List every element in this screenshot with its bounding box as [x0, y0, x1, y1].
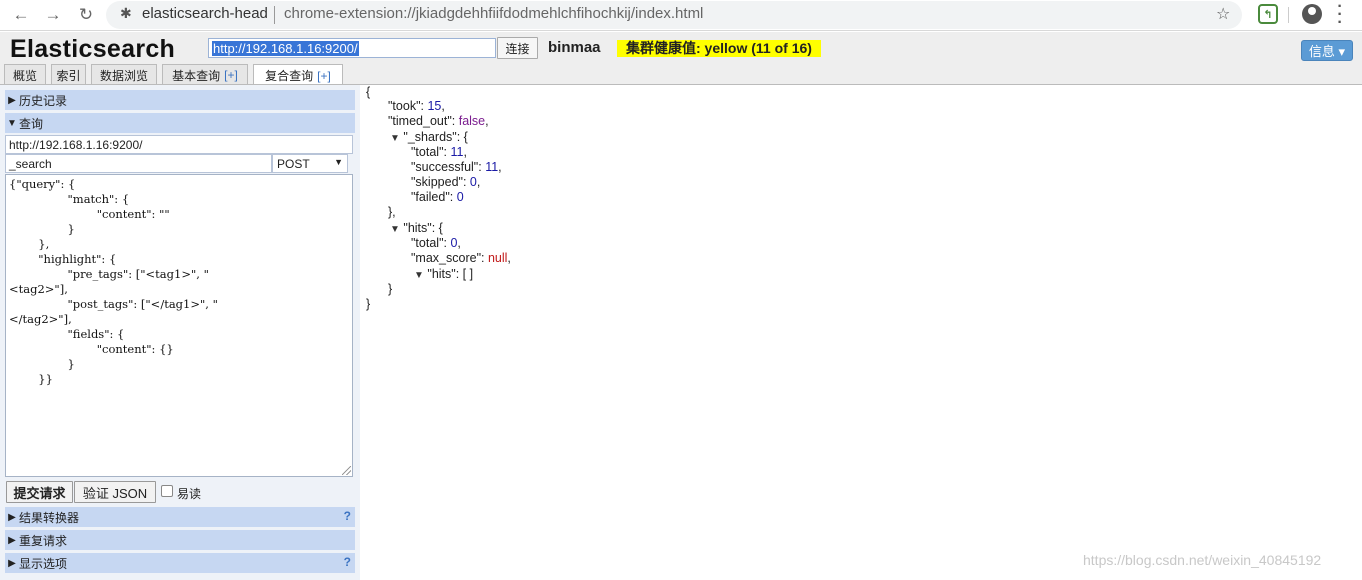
page-origin-label: elasticsearch-head — [142, 5, 268, 22]
collapse-triangle-icon[interactable]: ▼ — [390, 133, 400, 144]
query-section-header[interactable]: ▼ 查询 — [5, 113, 355, 133]
toolbar-divider — [1288, 7, 1289, 23]
resize-handle-icon[interactable] — [342, 466, 351, 475]
query-url-input[interactable]: http://192.168.1.16:9200/ — [5, 135, 353, 154]
repeat-request-section-header[interactable]: ▶ 重复请求 — [5, 530, 355, 550]
tab-browser[interactable]: 数据浏览 — [91, 64, 157, 85]
section-label: 结果转换器 — [19, 510, 80, 525]
json-key: "skipped": — [411, 175, 470, 189]
pretty-checkbox[interactable] — [161, 485, 173, 497]
json-key: "failed": — [411, 190, 457, 204]
triangle-down-icon: ▼ — [7, 117, 17, 129]
json-key: "took": — [388, 99, 428, 113]
bookmark-star-icon[interactable]: ☆ — [1216, 4, 1230, 24]
json-boolean: false — [458, 114, 486, 128]
section-label: 显示选项 — [19, 556, 68, 571]
json-number: 0 — [456, 190, 464, 204]
tab-indices[interactable]: 索引 — [51, 64, 86, 85]
forward-icon[interactable]: → — [40, 2, 66, 28]
submit-request-button[interactable]: 提交请求 — [6, 481, 73, 503]
json-key: "max_score": — [411, 251, 488, 265]
pretty-checkbox-label: 易读 — [177, 487, 202, 501]
tab-add-link[interactable]: [+] — [224, 68, 238, 82]
app-logo: Elasticsearch — [10, 35, 176, 63]
cluster-url-value: http://192.168.1.16:9200/ — [212, 41, 359, 56]
info-dropdown-button[interactable]: 信息 ▾ — [1301, 40, 1353, 61]
tab-label: 概览 — [12, 68, 37, 83]
address-url[interactable]: chrome-extension://jkiadgdehhfiifdodmehl… — [284, 5, 703, 22]
section-label: 重复请求 — [19, 533, 68, 548]
json-line-hits-total: "total": 0, — [411, 236, 461, 250]
json-number: 11 — [485, 160, 499, 174]
back-icon[interactable]: ← — [8, 2, 34, 28]
query-path-input[interactable]: _search — [5, 154, 272, 173]
http-method-value: POST — [277, 157, 310, 171]
triangle-right-icon: ▶ — [8, 534, 16, 546]
tab-compound-query[interactable]: 复合查询 [+] — [253, 64, 343, 86]
tab-label: 索引 — [56, 68, 81, 83]
json-number: 11 — [450, 145, 464, 159]
collapse-triangle-icon[interactable]: ▼ — [390, 224, 400, 235]
json-key: "total": — [411, 236, 451, 250]
json-line-timed-out: "timed_out": false, — [388, 114, 489, 128]
collapse-triangle-icon[interactable]: ▼ — [414, 270, 424, 281]
section-label: 历史记录 — [19, 93, 68, 108]
json-key: "timed_out": — [388, 114, 459, 128]
profile-avatar-icon[interactable] — [1302, 4, 1322, 24]
history-section-header[interactable]: ▶ 历史记录 — [5, 90, 355, 110]
json-number: 0 — [450, 236, 458, 250]
json-close-hits: } — [388, 282, 393, 296]
dropdown-arrow-icon: ▼ — [334, 157, 343, 167]
cluster-url-input[interactable]: http://192.168.1.16:9200/ — [208, 38, 496, 58]
cluster-name: binmaa — [548, 39, 601, 56]
reload-icon[interactable]: ↻ — [73, 2, 99, 28]
cluster-health-badge: 集群健康值: yellow (11 of 16) — [617, 40, 821, 57]
json-line-hits[interactable]: ▼ "hits": { — [390, 221, 443, 237]
json-key: "total": — [411, 145, 451, 159]
json-line-hits-array[interactable]: ▼ "hits": [ ] — [414, 267, 473, 283]
json-line-total: "total": 11, — [411, 145, 467, 159]
json-line-failed: "failed": 0 — [411, 190, 464, 205]
query-body-textarea[interactable]: {"query": { "match": { "content": "" } }… — [5, 174, 353, 477]
triangle-right-icon: ▶ — [8, 557, 16, 569]
json-number: 0 — [469, 175, 477, 189]
validate-json-button[interactable]: 验证 JSON — [74, 481, 156, 503]
connect-button[interactable]: 连接 — [497, 37, 538, 59]
section-label: 查询 — [19, 116, 44, 131]
result-transformer-section-header[interactable]: ▶ 结果转换器 ? — [5, 507, 355, 527]
menu-kebab-icon[interactable]: · · · — [1334, 0, 1346, 31]
tab-label: 复合查询 — [265, 69, 314, 83]
json-line-max-score: "max_score": null, — [411, 251, 511, 265]
json-close-brace: } — [366, 297, 371, 311]
json-line-skipped: "skipped": 0, — [411, 175, 481, 189]
json-line-took: "took": 15, — [388, 99, 445, 113]
json-close-shards: }, — [388, 205, 396, 219]
help-icon[interactable]: ? — [344, 555, 351, 569]
triangle-right-icon: ▶ — [8, 511, 16, 523]
tab-overview[interactable]: 概览 — [4, 64, 46, 85]
tab-add-link[interactable]: [+] — [317, 69, 331, 83]
json-number: 15 — [427, 99, 442, 113]
json-key: "hits": { — [403, 221, 443, 235]
http-method-select[interactable]: POST ▼ — [272, 154, 348, 173]
extension-icon[interactable]: ↰ — [1258, 4, 1278, 24]
json-key: "_shards": { — [403, 130, 468, 144]
tab-label: 基本查询 — [172, 68, 221, 83]
triangle-right-icon: ▶ — [8, 94, 16, 106]
tab-label: 数据浏览 — [99, 68, 148, 83]
json-line-shards[interactable]: ▼ "_shards": { — [390, 130, 468, 146]
tab-basic-query[interactable]: 基本查询 [+] — [162, 64, 248, 85]
json-key: "successful": — [411, 160, 486, 174]
json-null: null — [487, 251, 508, 265]
watermark: https://blog.csdn.net/weixin_40845192 — [1083, 552, 1322, 568]
puzzle-icon: ✱ — [120, 5, 132, 21]
address-divider — [274, 6, 275, 24]
json-line-successful: "successful": 11, — [411, 160, 502, 174]
json-open-brace: { — [366, 85, 371, 99]
display-options-section-header[interactable]: ▶ 显示选项 ? — [5, 553, 355, 573]
json-key: "hits": [ ] — [427, 267, 474, 281]
help-icon[interactable]: ? — [344, 509, 351, 523]
